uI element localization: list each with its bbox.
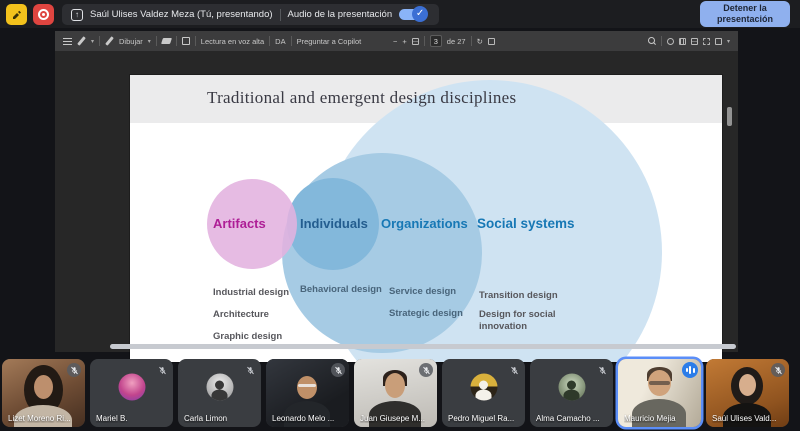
discipline-item: Graphic design	[213, 331, 282, 342]
presentation-audio-label: Audio de la presentación	[288, 9, 393, 20]
discipline-item: Industrial design	[213, 287, 289, 298]
mic-off-icon	[595, 363, 609, 377]
mic-off-icon	[771, 363, 785, 377]
toolbar-divider	[195, 36, 196, 46]
presentation-audio-toggle[interactable]: ✓	[399, 9, 424, 20]
avatar	[206, 374, 233, 401]
record-button[interactable]	[33, 4, 54, 25]
stop-presentation-button[interactable]: Detener la presentación	[700, 1, 790, 27]
participant-tile[interactable]: Carla Limon	[178, 359, 261, 427]
draw-icon	[105, 37, 114, 46]
pdf-canvas: Traditional and emergent design discipli…	[55, 51, 738, 352]
venn-label-organizations: Organizations	[381, 216, 468, 231]
participant-tile[interactable]: Juan Giusepe M...	[354, 359, 437, 427]
page-number-input[interactable]: 3	[430, 35, 442, 47]
chevron-down-icon[interactable]: ▾	[91, 38, 94, 45]
mic-off-icon	[67, 363, 81, 377]
slide-page: Traditional and emergent design discipli…	[130, 75, 722, 362]
discipline-item: Architecture	[213, 309, 269, 320]
record-icon	[38, 9, 49, 20]
vertical-scrollbar-thumb[interactable]	[727, 107, 732, 126]
table-of-contents-icon[interactable]	[63, 38, 72, 45]
present-screen-icon: ↑	[71, 9, 83, 21]
toolbar-divider	[661, 36, 662, 46]
participant-tile[interactable]: Saúl Ulises Vald...	[706, 359, 789, 427]
participant-tile[interactable]: Lizet Moreno Ri...	[2, 359, 85, 427]
mic-off-icon	[419, 363, 433, 377]
ask-copilot-button[interactable]: Preguntar a Copilot	[297, 37, 362, 46]
page-view-icon[interactable]	[488, 38, 495, 45]
participant-name: Saúl Ulises Vald...	[712, 414, 776, 423]
settings-caret-icon[interactable]: ▾	[727, 38, 730, 45]
read-aloud-button[interactable]: Lectura en voz alta	[201, 37, 264, 46]
mic-off-icon	[507, 363, 521, 377]
toolbar-divider	[99, 36, 100, 46]
venn-label-individuals: Individuals	[300, 216, 368, 231]
pen-annotate-icon	[11, 9, 23, 21]
venn-label-social-systems: Social systems	[477, 216, 575, 231]
toolbar-divider	[471, 36, 472, 46]
horizontal-scrollbar[interactable]	[110, 344, 736, 349]
discipline-item: Design for social innovation	[479, 309, 561, 333]
participant-name: Carla Limon	[184, 414, 227, 423]
draw-button[interactable]: Dibujar	[119, 37, 143, 46]
participant-tile[interactable]: Mariel B.	[90, 359, 173, 427]
comments-icon[interactable]	[667, 38, 674, 45]
chevron-down-icon[interactable]: ▾	[148, 38, 151, 45]
toolbar-divider	[424, 36, 425, 46]
toggle-check-icon: ✓	[412, 6, 428, 22]
participant-tile[interactable]: Alma Camacho ...	[530, 359, 613, 427]
discipline-item: Transition design	[479, 290, 558, 301]
slide-title: Traditional and emergent design discipli…	[207, 88, 516, 108]
mic-off-icon	[243, 363, 257, 377]
toolbar-divider	[176, 36, 177, 46]
page-total-label: de 27	[447, 37, 466, 46]
print-icon[interactable]	[703, 38, 710, 45]
mic-off-icon	[331, 363, 345, 377]
participant-name: Juan Giusepe M...	[360, 414, 425, 423]
avatar	[558, 374, 585, 401]
participant-tile[interactable]: Leonardo Melo ...	[266, 359, 349, 427]
pdf-toolbar: ▾ Dibujar ▾ Lectura en voz alta DA Pregu…	[55, 31, 738, 51]
shared-screen-pdf-viewer: ▾ Dibujar ▾ Lectura en voz alta DA Pregu…	[55, 31, 738, 352]
mic-off-icon	[155, 363, 169, 377]
fit-page-icon[interactable]	[412, 38, 419, 45]
grid-view-icon[interactable]	[679, 38, 686, 45]
participant-tile[interactable]: Pedro Miguel Ra...	[442, 359, 525, 427]
participant-name: Pedro Miguel Ra...	[448, 414, 514, 423]
presenter-pill: ↑ Saúl Ulises Valdez Meza (Tú, presentan…	[62, 4, 439, 25]
scribble-extension-icon[interactable]	[6, 4, 27, 25]
presenter-name: Saúl Ulises Valdez Meza (Tú, presentando…	[90, 9, 273, 20]
presenter-top-bar: ↑ Saúl Ulises Valdez Meza (Tú, presentan…	[0, 0, 800, 28]
participant-name: Lizet Moreno Ri...	[8, 414, 71, 423]
participant-name: Alma Camacho ...	[536, 414, 600, 423]
pill-divider	[280, 9, 281, 21]
discipline-item: Service design	[389, 286, 456, 297]
discipline-item: Strategic design	[389, 308, 463, 319]
fullscreen-icon[interactable]	[715, 38, 722, 45]
pen-tool-icon[interactable]	[77, 37, 86, 46]
da-button[interactable]: DA	[275, 37, 285, 46]
participant-tile-speaking[interactable]: Mauricio Mejia	[618, 359, 701, 427]
toolbar-divider	[269, 36, 270, 46]
avatar	[118, 374, 145, 401]
select-tool-icon[interactable]	[182, 37, 190, 45]
discipline-item: Behavioral design	[300, 284, 382, 295]
speaking-indicator-icon	[682, 362, 698, 378]
participant-name: Leonardo Melo ...	[272, 414, 334, 423]
search-icon[interactable]	[648, 37, 656, 45]
zoom-out-button[interactable]: −	[393, 37, 397, 46]
toolbar-divider	[156, 36, 157, 46]
zoom-in-button[interactable]: +	[402, 37, 406, 46]
participant-name: Mariel B.	[96, 414, 128, 423]
participant-name: Mauricio Mejia	[624, 414, 676, 423]
rotate-icon[interactable]: ↻	[477, 37, 483, 46]
save-icon[interactable]	[691, 38, 698, 45]
toolbar-divider	[291, 36, 292, 46]
venn-label-artifacts: Artifacts	[213, 216, 266, 231]
eraser-icon[interactable]	[161, 38, 172, 44]
avatar	[470, 374, 497, 401]
